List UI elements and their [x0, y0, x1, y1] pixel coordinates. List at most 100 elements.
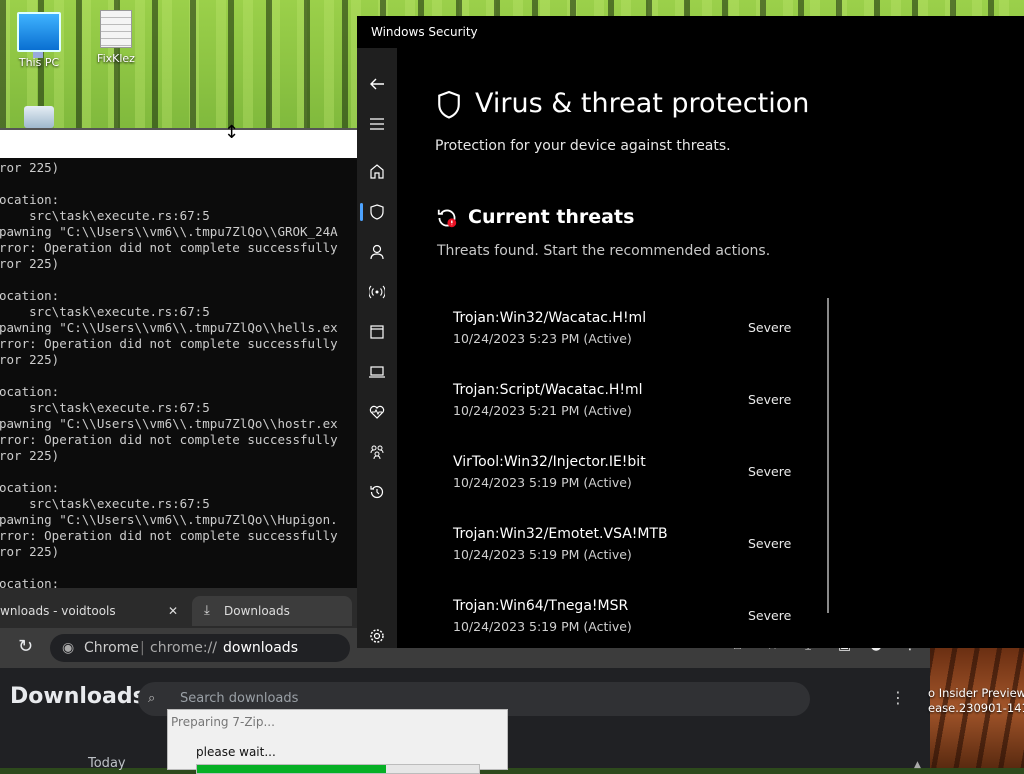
- terminal-line: src\task\execute.rs:67:5: [0, 496, 210, 511]
- terminal-output: ror 225) ocation: src\task\execute.rs:67…: [0, 158, 357, 590]
- health-icon: [369, 405, 385, 419]
- threat-date: 10/24/2023 5:19 PM (Active): [453, 619, 632, 634]
- terminal-line: pawning "C:\\Users\\vm6\\.tmpu7ZlQo\\hel…: [0, 320, 338, 335]
- page-title: Downloads: [10, 684, 146, 709]
- resize-cursor-icon: ↕: [224, 122, 240, 143]
- terminal-line: ror 225): [0, 544, 60, 559]
- menu-icon: [370, 118, 384, 130]
- windows-security-window[interactable]: Windows Security Virus & threat protecti…: [357, 16, 1024, 648]
- url-path: downloads: [223, 640, 298, 656]
- terminal-titlebar[interactable]: [0, 130, 358, 158]
- threat-name: VirTool:Win32/Injector.IE!bit: [453, 454, 646, 470]
- nav-firewall[interactable]: [357, 276, 397, 308]
- terminal-line: src\task\execute.rs:67:5: [0, 304, 210, 319]
- terminal-line: ror 225): [0, 160, 60, 175]
- progress-bar: [196, 764, 480, 774]
- address-bar[interactable]: ◉ Chrome | chrome:// downloads: [50, 634, 350, 662]
- threat-item[interactable]: Trojan:Win64/Tnega!MSR 10/24/2023 5:19 P…: [453, 598, 813, 658]
- window-titlebar[interactable]: Windows Security: [357, 16, 1024, 48]
- dialog-title: Preparing 7-Zip...: [171, 715, 275, 729]
- account-icon: [370, 244, 384, 260]
- terminal-window[interactable]: ror 225) ocation: src\task\execute.rs:67…: [0, 128, 358, 590]
- shield-icon: [438, 90, 460, 119]
- terminal-line: ocation:: [0, 480, 60, 495]
- site-chip: Chrome: [84, 640, 139, 656]
- terminal-line: ror 225): [0, 352, 60, 367]
- window-title: Windows Security: [371, 25, 478, 39]
- tab-label: Downloads: [224, 604, 290, 618]
- this-pc-icon: [17, 12, 61, 58]
- desktop-icon-fixklez[interactable]: FixKlez: [86, 10, 146, 65]
- terminal-line: ocation:: [0, 384, 60, 399]
- threat-severity: Severe: [748, 536, 792, 551]
- threat-name: Trojan:Win32/Emotet.VSA!MTB: [453, 526, 668, 542]
- threat-date: 10/24/2023 5:19 PM (Active): [453, 547, 632, 562]
- virus-protection-page: Virus & threat protection Protection for…: [397, 48, 1024, 648]
- nav-device-security[interactable]: [357, 356, 397, 388]
- dialog-message: please wait...: [196, 745, 276, 759]
- section-title: Current threats: [468, 206, 635, 228]
- threat-item[interactable]: VirTool:Win32/Injector.IE!bit 10/24/2023…: [453, 454, 813, 514]
- search-icon: ⌕: [148, 691, 156, 706]
- terminal-line: rror: Operation did not complete success…: [0, 240, 338, 255]
- download-icon: ⤓: [204, 603, 210, 618]
- back-button[interactable]: [357, 68, 397, 100]
- insider-watermark: o Insider Preview ease.230901-1416: [928, 686, 1024, 716]
- tab-voidtools[interactable]: wnloads - voidtools ✕: [0, 596, 190, 626]
- chrome-logo-icon: ◉: [62, 640, 75, 656]
- nav-history[interactable]: [357, 476, 397, 508]
- threat-item[interactable]: Trojan:Script/Wacatac.H!ml 10/24/2023 5:…: [453, 382, 813, 442]
- home-icon: [370, 164, 384, 179]
- terminal-line: rror: Operation did not complete success…: [0, 336, 338, 351]
- threat-history-icon: [437, 209, 457, 228]
- terminal-line: src\task\execute.rs:67:5: [0, 208, 210, 223]
- nav-settings[interactable]: [357, 620, 397, 652]
- terminal-line: pawning "C:\\Users\\vm6\\.tmpu7ZlQo\\GRO…: [0, 224, 338, 239]
- threat-item[interactable]: Trojan:Win32/Wacatac.H!ml 10/24/2023 5:2…: [453, 310, 813, 370]
- nav-virus-protection[interactable]: [357, 196, 397, 228]
- threat-date: 10/24/2023 5:23 PM (Active): [453, 331, 632, 346]
- nav-family[interactable]: [357, 436, 397, 468]
- threat-severity: Severe: [748, 320, 792, 335]
- page-more-icon[interactable]: ⋮: [890, 688, 906, 707]
- 7zip-progress-dialog[interactable]: Preparing 7-Zip... please wait...: [167, 709, 508, 774]
- tab-downloads[interactable]: ⤓ Downloads: [192, 596, 352, 626]
- threat-severity: Severe: [748, 464, 792, 479]
- section-subtitle: Threats found. Start the recommended act…: [437, 243, 771, 259]
- threat-name: Trojan:Win64/Tnega!MSR: [453, 598, 629, 614]
- tab-label: wnloads - voidtools: [0, 604, 116, 618]
- history-icon: [370, 485, 384, 499]
- reload-icon[interactable]: ↻: [18, 636, 33, 657]
- back-icon: [370, 78, 384, 90]
- terminal-line: pawning "C:\\Users\\vm6\\.tmpu7ZlQo\\hos…: [0, 416, 338, 431]
- terminal-line: src\task\execute.rs:67:5: [0, 400, 210, 415]
- threat-date: 10/24/2023 5:19 PM (Active): [453, 475, 632, 490]
- nav-app-browser[interactable]: [357, 316, 397, 348]
- menu-button[interactable]: [357, 108, 397, 140]
- threat-name: Trojan:Win32/Wacatac.H!ml: [453, 310, 647, 326]
- page-subtitle: Protection for your device against threa…: [435, 138, 731, 154]
- scroll-up-icon[interactable]: ▲: [914, 760, 924, 772]
- nav-device-health[interactable]: [357, 396, 397, 428]
- desktop-icon-label: FixKlez: [97, 52, 135, 65]
- close-tab-icon[interactable]: ✕: [168, 599, 178, 623]
- terminal-line: ocation:: [0, 192, 60, 207]
- threat-severity: Severe: [748, 392, 792, 407]
- threat-severity: Severe: [748, 608, 792, 623]
- terminal-line: ror 225): [0, 448, 60, 463]
- shield-icon: [370, 204, 384, 220]
- terminal-line: rror: Operation did not complete success…: [0, 528, 338, 543]
- nav-account[interactable]: [357, 236, 397, 268]
- desktop-icon-this-pc[interactable]: This PC: [9, 12, 69, 69]
- app-browser-icon: [370, 325, 384, 339]
- family-icon: [370, 445, 384, 460]
- threat-item[interactable]: Trojan:Win32/Emotet.VSA!MTB 10/24/2023 5…: [453, 526, 813, 586]
- watermark-line: o Insider Preview: [928, 686, 1024, 700]
- terminal-line: rror: Operation did not complete success…: [0, 432, 338, 447]
- nav-home[interactable]: [357, 155, 397, 187]
- threat-list-scrollbar[interactable]: [827, 298, 829, 613]
